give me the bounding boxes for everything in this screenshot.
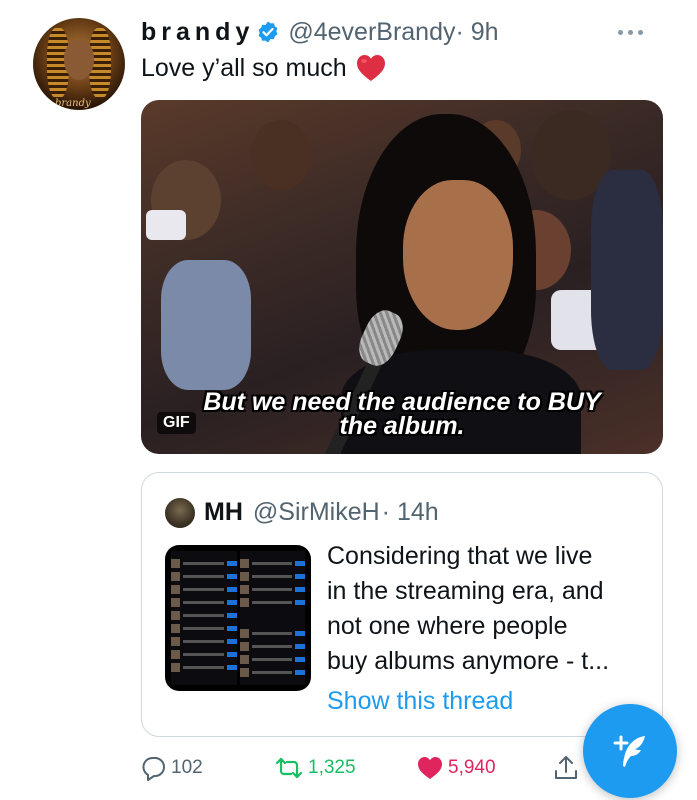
quoted-text-line: in the streaming era, and [327,577,604,605]
tweet-text: Love y’all so much [141,53,387,83]
tweet-header: brandy @4everBrandy · 9h [141,14,499,50]
quoted-text-line: not one where people [327,612,568,640]
avatar-face [64,40,94,80]
gif-media[interactable]: But we need the audience to BUY the albu… [141,100,663,454]
thumbnail-panel-left [171,551,237,685]
quoted-tweet-timestamp: · 14h [381,497,439,526]
quoted-tweet-image [165,545,311,691]
gif-badge: GIF [157,412,196,434]
gif-caption-line1: But we need the audience to BUY [203,388,601,416]
tweet-timestamp[interactable]: · 9h [456,18,499,47]
like-button[interactable]: 5,940 [416,750,496,786]
gif-figure-face [403,180,513,330]
quoted-text-line: Considering that we live [327,542,593,570]
reply-button[interactable]: 102 [141,750,203,786]
quoted-tweet-card[interactable]: MH @SirMikeH · 14h Considering that we l… [141,472,663,737]
author-handle[interactable]: @4everBrandy [288,18,455,47]
red-heart-emoji-icon [356,55,385,81]
author-display-name[interactable]: brandy [141,18,254,47]
quoted-text-line: buy albums anymore - t... [327,647,610,675]
retweet-button[interactable]: 1,325 [274,750,356,786]
compose-feather-icon [613,735,645,767]
thumbnail-panel-right [239,551,305,685]
share-button[interactable] [553,750,579,786]
quoted-tweet-header: MH @SirMikeH · 14h [204,495,439,529]
retweet-count: 1,325 [308,757,356,778]
gif-caption: But we need the audience to BUY the albu… [141,388,663,440]
quoted-author-name: MH [204,497,243,526]
gif-caption-line2: the album. [339,412,465,440]
retweet-icon [275,757,303,779]
heart-icon [418,757,442,779]
share-icon [555,756,577,779]
more-options-icon[interactable] [618,22,658,42]
author-avatar[interactable]: brandy [33,18,125,110]
reply-icon [142,757,165,781]
quoted-author-handle: @SirMikeH [252,497,380,526]
compose-tweet-button[interactable] [583,704,677,798]
tweet-text-content: Love y’all so much [141,53,347,82]
quoted-tweet-text: Considering that we live in the streamin… [327,539,647,679]
avatar-signature: brandy [55,98,91,109]
like-count: 5,940 [448,757,496,778]
show-this-thread-link[interactable]: Show this thread [327,687,513,716]
verified-badge-icon [258,21,278,43]
quoted-author-avatar [165,498,195,528]
tweet-action-bar: 102 1,325 5,940 [141,750,591,786]
reply-count: 102 [171,757,203,778]
